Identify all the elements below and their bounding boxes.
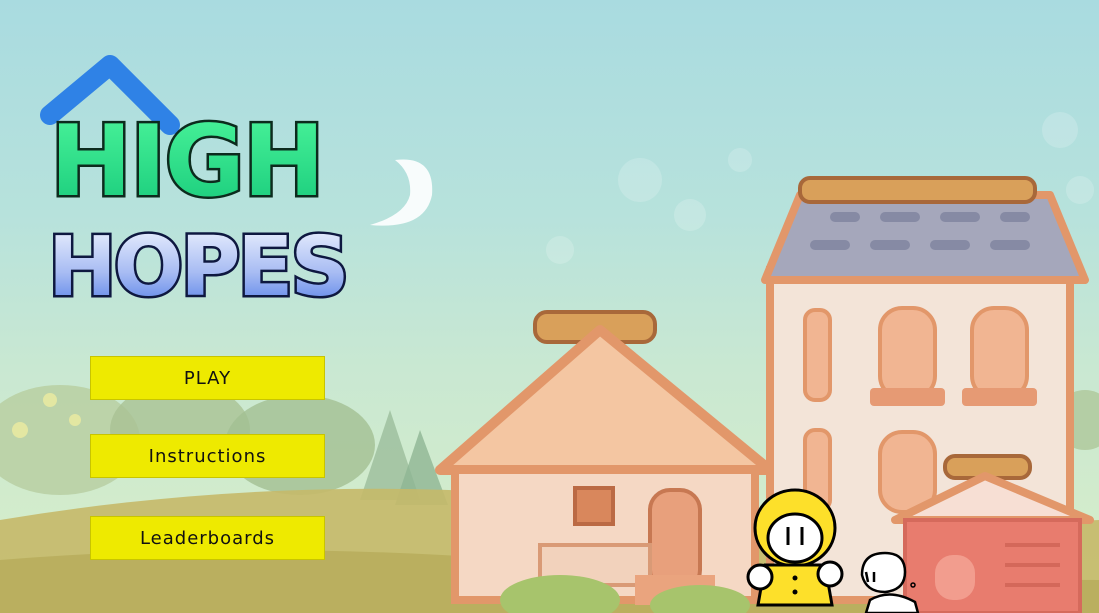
play-button[interactable]: PLAY [90, 356, 325, 400]
title-screen: HIGH HOPES PLAY Instructions Leaderboard… [0, 0, 1099, 613]
instructions-button-label: Instructions [148, 445, 267, 467]
play-button-label: PLAY [183, 367, 232, 389]
leaderboards-button[interactable]: Leaderboards [90, 516, 325, 560]
logo-title-line2: HOPES [48, 220, 347, 315]
instructions-button[interactable]: Instructions [90, 434, 325, 478]
yellow-raincoat-character [746, 488, 844, 607]
small-house [435, 310, 775, 605]
leaderboards-button-label: Leaderboards [139, 527, 276, 549]
swoosh-accent [370, 159, 433, 226]
game-logo: HIGH HOPES [40, 55, 433, 315]
logo-title-line1: HIGH [50, 105, 323, 219]
